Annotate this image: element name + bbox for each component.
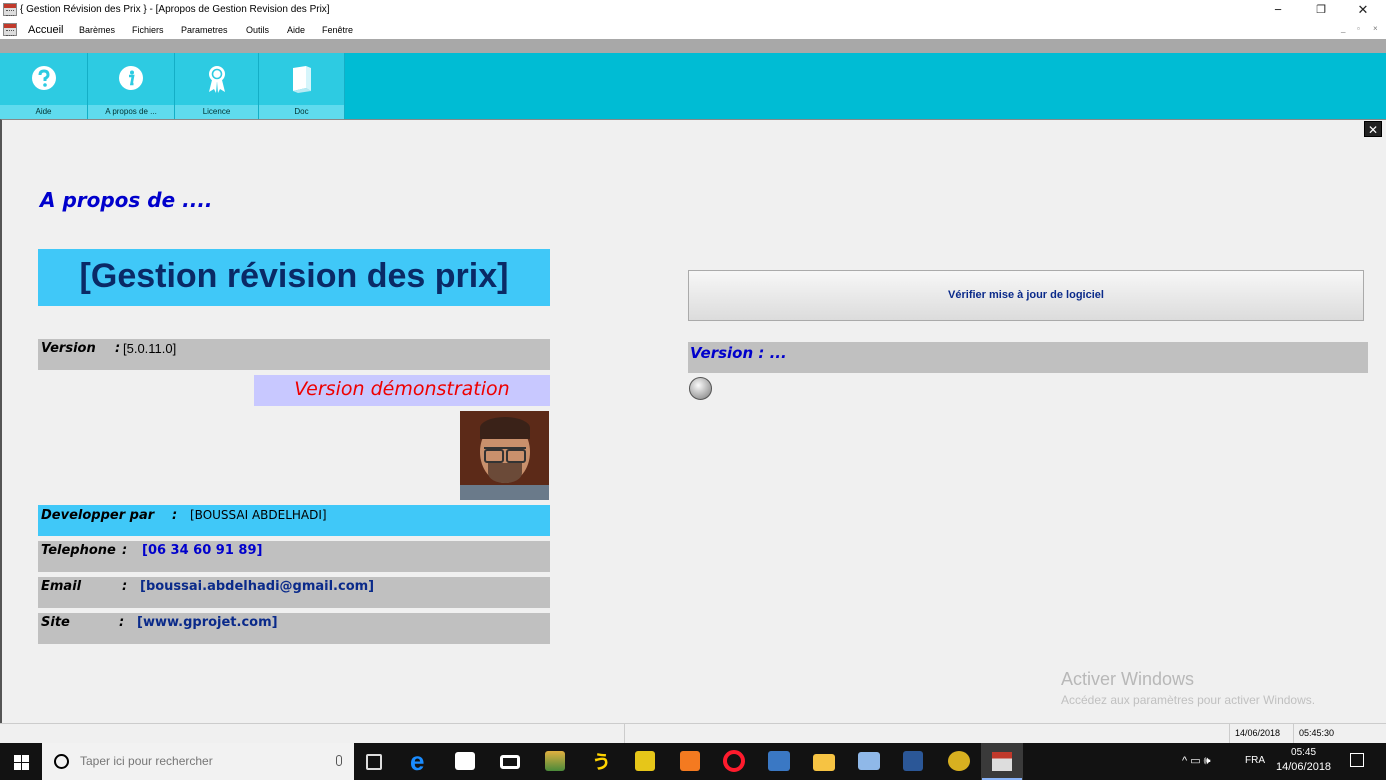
product-name-banner: [Gestion révision des prix] (38, 249, 550, 306)
app-calendar-icon (3, 3, 17, 16)
version-key: Version (41, 341, 96, 356)
word-icon[interactable] (903, 751, 923, 771)
windows-taskbar: Taper ici pour rechercher e ぅ ^ ▭ 🕪 FRA … (0, 743, 1386, 780)
clock-time: 05:45 (1291, 747, 1317, 758)
version-row: Version : [5.0.11.0] (38, 339, 550, 370)
telephone-key: Telephone (41, 543, 116, 558)
menu-aide[interactable]: Aide (287, 25, 305, 35)
status-cell-empty (624, 724, 1229, 743)
question-icon (31, 66, 56, 90)
developer-row: Developper par : [BOUSSAI ABDELHADI] (38, 505, 550, 536)
email-key: Email (41, 579, 82, 594)
email-row: Email : [boussai.abdelhadi@gmail.com] (38, 577, 550, 608)
ribbon-licence-button[interactable]: Licence (175, 53, 259, 119)
site-sep: : (119, 615, 125, 630)
email-link[interactable]: [boussai.abdelhadi@gmail.com] (140, 579, 374, 594)
developer-value: [BOUSSAI ABDELHADI] (190, 508, 327, 522)
telephone-row: Telephone : [06 34 60 91 89] (38, 541, 550, 572)
activate-windows-subtitle: Accédez aux paramètres pour activer Wind… (1061, 693, 1316, 707)
window-title: { Gestion Révision des Prix } - [Apropos… (20, 4, 330, 15)
taskbar-clock[interactable]: 05:45 14/06/2018 (1276, 746, 1331, 774)
start-button[interactable] (0, 743, 42, 780)
clock-date: 14/06/2018 (1276, 761, 1332, 773)
app-green-icon[interactable] (545, 751, 565, 771)
cortana-icon (54, 754, 69, 769)
site-key: Site (41, 615, 70, 630)
version-value: [5.0.11.0] (123, 341, 177, 356)
ribbon-apropos-label: A propos de ... (88, 105, 174, 119)
developer-sep: : (172, 508, 178, 523)
ribbon-doc-button[interactable]: Doc (259, 53, 345, 119)
ribbon-apropos-button[interactable]: A propos de ... (88, 53, 175, 119)
menu-parametres[interactable]: Parametres (181, 25, 228, 35)
status-date: 14/06/2018 (1229, 724, 1293, 743)
menu-fenetre[interactable]: Fenêtre (322, 25, 353, 35)
status-time: 05:45:30 (1293, 724, 1386, 743)
email-sep: : (122, 579, 128, 594)
app-p-icon[interactable] (635, 751, 655, 771)
store-icon[interactable] (455, 752, 475, 770)
update-status-led (689, 377, 712, 400)
site-link[interactable]: [www.gprojet.com] (137, 615, 278, 630)
developer-key: Developper par (41, 508, 155, 523)
search-placeholder: Taper ici pour rechercher (80, 754, 213, 768)
ribbon-toolbar: Aide A propos de ... Licence Doc (0, 53, 1386, 119)
about-heading: A propos de .... (40, 188, 213, 212)
active-app-button[interactable] (981, 743, 1023, 780)
tray-icons[interactable]: ^ ▭ 🕪 (1182, 754, 1211, 768)
opera-icon[interactable] (723, 750, 745, 772)
close-panel-button[interactable]: ✕ (1364, 121, 1382, 137)
activate-windows-title: Activer Windows (1061, 669, 1195, 689)
info-icon (119, 66, 143, 90)
language-indicator[interactable]: FRA (1245, 755, 1265, 766)
app-network-icon[interactable] (768, 751, 790, 771)
app-yellow-icon[interactable]: ぅ (590, 749, 614, 773)
status-bar: 14/06/2018 05:45:30 (0, 723, 1386, 743)
minimize-button[interactable]: − (1255, 0, 1301, 21)
book-icon (292, 66, 311, 93)
remote-version-row: Version : ... (688, 342, 1368, 373)
toolbar-separator (0, 39, 1386, 53)
xampp-icon[interactable] (680, 751, 700, 771)
mdi-app-icon (3, 23, 17, 36)
file-explorer-icon[interactable] (813, 754, 835, 771)
windev-icon[interactable] (948, 751, 970, 771)
app-calendar-taskbar-icon (992, 752, 1012, 771)
window-title-bar: { Gestion Révision des Prix } - [Apropos… (0, 0, 1386, 21)
ribbon-licence-label: Licence (175, 105, 258, 119)
telephone-sep: : (122, 543, 128, 558)
ribbon-award-icon (208, 66, 225, 93)
menu-accueil[interactable]: Accueil (28, 24, 63, 36)
demo-version-badge: Version démonstration (254, 375, 550, 406)
mdi-close-button[interactable]: × (1373, 24, 1378, 33)
mdi-minimize-button[interactable]: _ (1341, 24, 1345, 33)
telephone-value[interactable]: [06 34 60 91 89] (142, 543, 262, 558)
menu-bar: Accueil Barèmes Fichiers Parametres Outi… (0, 21, 1386, 39)
check-update-button[interactable]: Vérifier mise à jour de logiciel (688, 270, 1364, 321)
ribbon-doc-label: Doc (259, 105, 344, 119)
version-sep: : (115, 341, 121, 356)
ribbon-aide-label: Aide (0, 105, 87, 119)
developer-photo (460, 411, 549, 500)
edge-browser-icon[interactable]: e (410, 748, 434, 774)
taskbar-search-input[interactable]: Taper ici pour rechercher (42, 743, 354, 780)
microphone-icon[interactable] (336, 755, 342, 766)
mail-icon[interactable] (500, 755, 520, 769)
menu-baremes[interactable]: Barèmes (79, 25, 115, 35)
task-view-icon[interactable] (366, 754, 382, 770)
notification-center-icon[interactable] (1350, 753, 1364, 767)
ribbon-aide-button[interactable]: Aide (0, 53, 88, 119)
app-monitor-icon[interactable] (858, 752, 880, 770)
menu-fichiers[interactable]: Fichiers (132, 25, 164, 35)
close-window-button[interactable]: ✕ (1340, 0, 1386, 21)
site-row: Site : [www.gprojet.com] (38, 613, 550, 644)
mdi-restore-button[interactable]: ▫ (1357, 24, 1360, 33)
menu-outils[interactable]: Outils (246, 25, 269, 35)
restore-button[interactable]: ❐ (1298, 0, 1344, 21)
